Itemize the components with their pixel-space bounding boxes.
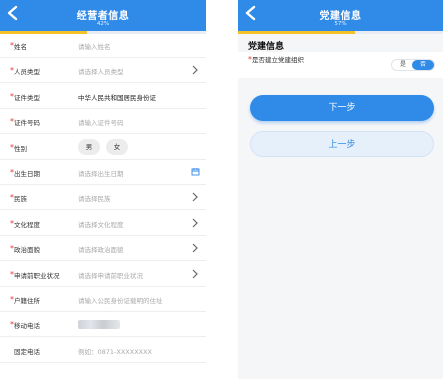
redacted-phone-value[interactable] [78,320,120,330]
progress-bar [238,31,443,34]
field-label: 出生日期 [14,170,40,178]
progress-text: 42% [96,21,110,27]
form-row[interactable]: * 政治面貌 请选择政治面貌 [0,236,206,262]
party-org-toggle[interactable]: 是 否 [391,59,435,71]
option-no[interactable]: 否 [412,60,434,70]
field-value[interactable]: 请输入证件号码 [78,117,124,127]
field-value[interactable]: 请选择出生日期 [78,168,124,178]
chevron-right-icon[interactable] [192,243,198,253]
chevron-right-icon[interactable] [192,218,198,228]
field-label: 是否建立党建组织 [252,56,304,64]
field-value[interactable]: 例如：0871-XXXXXXXX [78,346,152,356]
form-row[interactable]: * 民族 请选择民族 [0,185,206,211]
section-title: 党建信息 [248,42,285,52]
header: 党建信息 57% [238,0,443,31]
field-value[interactable]: 请输入公民身份证载明的住址 [78,295,163,305]
field-label: 姓名 [14,43,27,51]
progress-fill [238,31,355,34]
gender-male-chip[interactable]: 男 [78,138,100,155]
operator-info-screen: 经营者信息 42% * 姓名 请输入姓名 * 人员类型 请选择人员类型 * 证件类型 中华人民共… [0,0,206,379]
form-row[interactable]: * 申请前职业状况 请选择申请前职业状况 [0,262,206,287]
calendar-icon[interactable] [191,167,200,176]
next-button[interactable]: 下一步 [250,95,434,121]
field-value[interactable]: 请选择申请前职业状况 [78,270,143,280]
progress-text: 57% [334,21,347,27]
form-row[interactable]: * 证件类型 中华人民共和国居民身份证 [0,84,206,109]
form-row[interactable]: * 证件号码 请输入证件号码 [0,109,206,135]
field-label: 证件类型 [14,93,40,102]
chevron-right-icon[interactable] [192,192,198,202]
field-label: 民族 [14,195,27,204]
option-yes[interactable]: 是 [392,60,414,70]
field-label: 申请前职业状况 [14,271,60,280]
prev-button[interactable]: 上一步 [250,131,434,157]
page-title: 经营者信息 [76,11,130,22]
chevron-right-icon[interactable] [192,269,198,279]
field-value[interactable]: 请选择文化程度 [78,219,124,229]
field-label: 固定电话 [14,347,40,356]
form-row[interactable]: * 移动电话 [0,312,206,338]
field-value[interactable]: 请选择民族 [78,193,111,203]
form-row[interactable]: * 文化程度 请选择文化程度 [0,211,206,236]
page-title: 党建信息 [319,11,362,22]
field-value[interactable]: 请输入姓名 [78,41,111,51]
gender-female-chip[interactable]: 女 [106,138,128,155]
form-row[interactable]: * 出生日期 请选择出生日期 [0,160,206,185]
field-value[interactable]: 请选择政治面貌 [78,244,124,254]
party-org-field: * 是否建立党建组织 是 否 [238,52,443,78]
header: 经营者信息 42% [0,0,206,31]
field-label: 移动电话 [14,322,40,331]
party-info-screen: 党建信息 57% 党建信息 * 是否建立党建组织 是 否 下一步 上一步 [238,0,443,379]
field-label: 证件号码 [14,119,40,128]
form-row[interactable]: * 姓名 请输入姓名 [0,33,206,58]
field-label: 人员类型 [14,68,40,77]
field-label: 性别 [14,144,27,153]
form-row[interactable]: * 人员类型 请选择人员类型 [0,58,206,84]
field-label: 户籍住所 [14,297,40,305]
form-row[interactable]: 固定电话 例如：0871-XXXXXXXX [0,338,206,363]
chevron-right-icon[interactable] [192,65,198,75]
form-row[interactable]: * 户籍住所 请输入公民身份证载明的住址 [0,287,206,312]
field-value[interactable]: 中华人民共和国居民身份证 [78,92,156,102]
form-row: * 性别男女 [0,135,206,160]
field-value[interactable]: 请选择人员类型 [78,66,124,76]
field-label: 文化程度 [14,220,40,229]
field-label: 政治面貌 [14,246,40,255]
